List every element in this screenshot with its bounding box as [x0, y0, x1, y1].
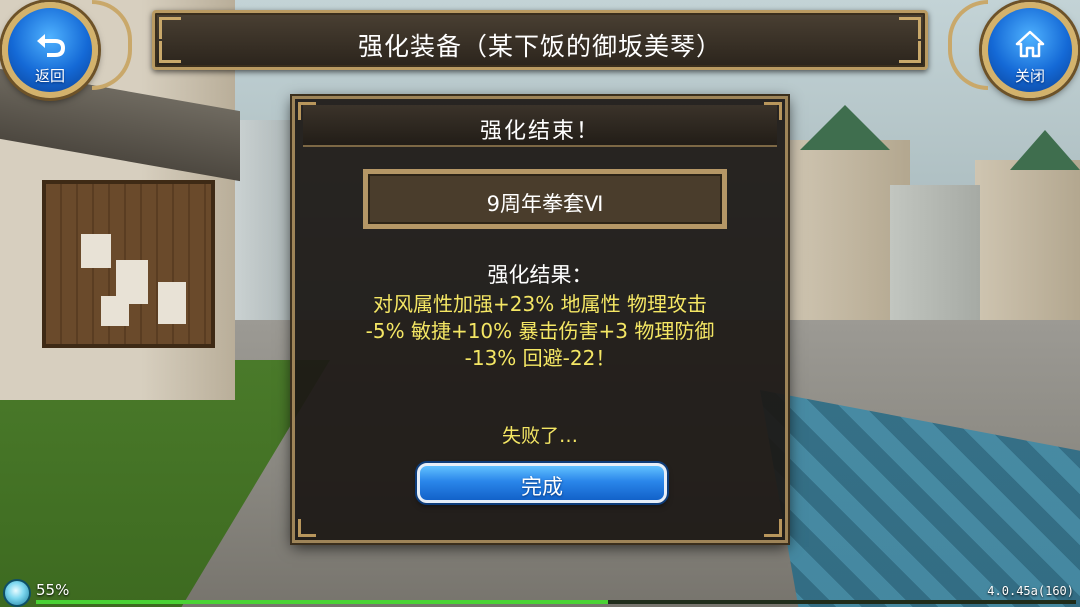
back-button-label: 返回 [34, 67, 65, 85]
done-button[interactable]: 完成 [417, 463, 667, 503]
background-building-far [890, 185, 980, 325]
corner-ornament [764, 519, 782, 537]
dialog-header: 强化结束！ [303, 105, 777, 147]
back-arrow-icon [8, 30, 92, 58]
corner-ornament [298, 519, 316, 537]
done-button-label: 完成 [521, 475, 563, 499]
result-line: 对风属性加强+23% 地属性 物理攻击 [373, 292, 707, 316]
item-name-box: 9周年拳套Ⅵ [363, 169, 727, 229]
version-label: 4.0.45a(160) [987, 584, 1074, 598]
network-orb-icon [3, 579, 31, 607]
notice-board [42, 180, 215, 348]
notice-paper [158, 282, 186, 324]
header-bar: 强化装备（某下饭的御坂美琴） [152, 10, 928, 70]
background-tower-right [975, 160, 1080, 330]
loading-progress-bar [36, 600, 1076, 604]
back-button[interactable]: 返回 [2, 2, 98, 98]
page-title: 强化装备（某下饭的御坂美琴） [357, 32, 722, 61]
notice-paper [81, 234, 111, 268]
item-name: 9周年拳套Ⅵ [486, 192, 604, 216]
result-line: -13% 回避-22！ [464, 346, 616, 370]
battery-percent: 55% [36, 581, 70, 599]
enhance-result-dialog: 强化结束！ 9周年拳套Ⅵ 强化结果： 对风属性加强+23% 地属性 物理攻击 -… [292, 96, 788, 543]
notice-paper [101, 296, 129, 326]
status-bar: 55% 4.0.45a(160) [0, 577, 1080, 607]
result-line: -5% 敏捷+10% 暴击伤害+3 物理防御 [365, 319, 715, 343]
close-button-label: 关闭 [1014, 67, 1045, 85]
background-building-left [230, 120, 300, 320]
dialog-title: 强化结束！ [479, 119, 600, 144]
fail-message: 失败了… [501, 425, 578, 447]
home-icon [988, 30, 1072, 58]
result-label: 强化结果： [487, 263, 593, 287]
close-button[interactable]: 关闭 [982, 2, 1078, 98]
loading-progress-fill [36, 600, 608, 604]
